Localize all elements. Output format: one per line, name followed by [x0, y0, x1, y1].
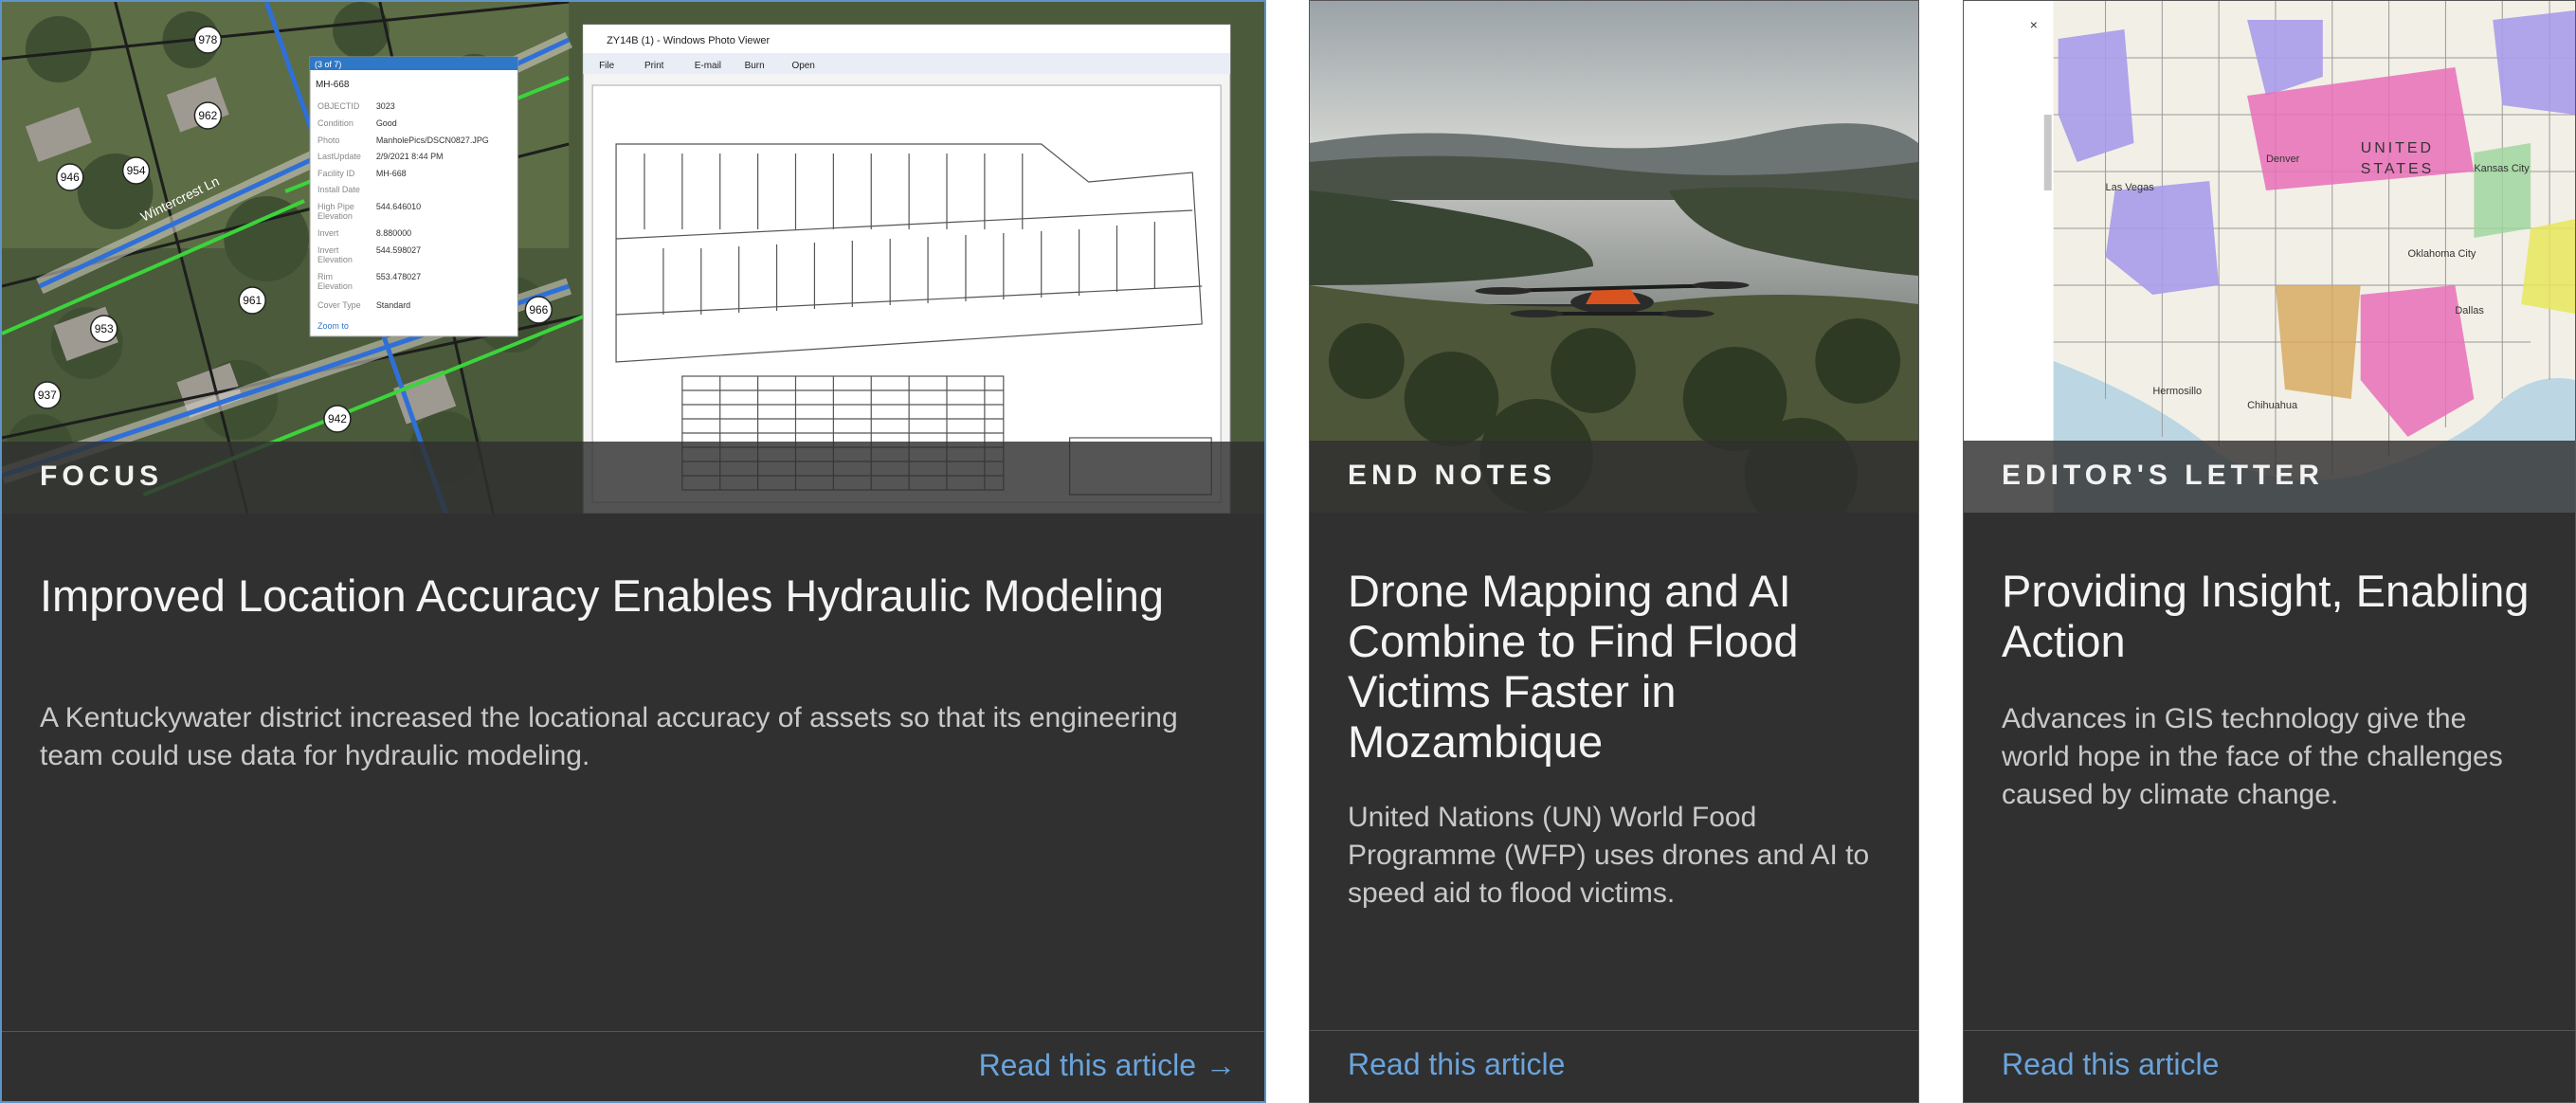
article-summary: United Nations (UN) World Food Programme…	[1348, 802, 1870, 909]
svg-text:ZY14B (1) - Windows Photo View: ZY14B (1) - Windows Photo Viewer	[607, 35, 770, 46]
svg-text:8.880000: 8.880000	[376, 228, 411, 238]
article-image-map: × UNITED STATES Oklahoma City Dallas Her…	[1964, 1, 2575, 513]
svg-text:Elevation: Elevation	[317, 211, 353, 221]
svg-text:961: 961	[243, 294, 262, 307]
article-title[interactable]: Improved Location Accuracy Enables Hydra…	[40, 570, 1207, 621]
svg-text:MH-668: MH-668	[316, 80, 350, 90]
svg-text:LastUpdate: LastUpdate	[317, 152, 361, 161]
svg-text:UNITED: UNITED	[2361, 140, 2434, 156]
svg-text:Elevation: Elevation	[317, 255, 353, 264]
svg-text:2/9/2021 8:44 PM: 2/9/2021 8:44 PM	[376, 152, 444, 161]
article-image-drone	[1310, 1, 1918, 513]
svg-text:946: 946	[61, 171, 80, 184]
svg-text:ManholePics/DSCN0827.JPG: ManholePics/DSCN0827.JPG	[376, 136, 489, 145]
card-divider	[2, 1031, 1264, 1032]
svg-text:544.646010: 544.646010	[376, 202, 421, 211]
category-label: FOCUS	[40, 461, 163, 492]
svg-text:Cover Type: Cover Type	[317, 300, 361, 310]
svg-text:Zoom to: Zoom to	[317, 321, 349, 331]
svg-text:Burn: Burn	[745, 61, 765, 71]
category-label: EDITOR'S LETTER	[2002, 460, 2324, 491]
svg-text:Condition: Condition	[317, 118, 354, 128]
svg-text:MH-668: MH-668	[376, 169, 407, 178]
svg-text:Photo: Photo	[317, 136, 339, 145]
card-divider	[1310, 1030, 1918, 1031]
svg-text:Hermosillo: Hermosillo	[2152, 386, 2202, 397]
svg-text:953: 953	[95, 322, 114, 335]
category-label: END NOTES	[1348, 460, 1557, 491]
svg-text:E-mail: E-mail	[695, 61, 721, 71]
category-bar: FOCUS	[2, 442, 1264, 514]
svg-text:Standard: Standard	[376, 300, 410, 310]
svg-text:3023: 3023	[376, 101, 395, 111]
article-title[interactable]: Drone Mapping and AI Combine to Find Flo…	[1348, 566, 1884, 767]
svg-text:(3 of 7): (3 of 7)	[315, 60, 341, 69]
read-article-link[interactable]: Read this article →	[979, 1048, 1236, 1083]
svg-text:Elevation: Elevation	[317, 281, 353, 291]
svg-text:942: 942	[328, 412, 347, 425]
svg-text:544.598027: 544.598027	[376, 245, 421, 255]
svg-text:Open: Open	[791, 61, 814, 71]
svg-text:Las Vegas: Las Vegas	[2106, 182, 2155, 193]
read-article-link[interactable]: Read this article	[2002, 1047, 2219, 1082]
arrow-right-icon: →	[1206, 1048, 1236, 1082]
article-summary: Advances in GIS technology give the worl…	[2002, 703, 2503, 810]
svg-text:966: 966	[529, 303, 548, 316]
article-image-hydraulic: 978 962 946 954 961 953 937 942 966 Wintercres…	[2, 2, 1264, 514]
svg-text:954: 954	[127, 164, 146, 177]
svg-text:Facility ID: Facility ID	[317, 169, 355, 178]
svg-text:Chihuahua: Chihuahua	[2247, 400, 2298, 411]
svg-text:STATES: STATES	[2361, 161, 2435, 177]
read-article-link[interactable]: Read this article	[1348, 1047, 1565, 1082]
article-title[interactable]: Providing Insight, Enabling Action	[2002, 566, 2541, 666]
svg-text:Invert: Invert	[317, 245, 339, 255]
svg-text:Dallas: Dallas	[2455, 305, 2484, 316]
svg-text:978: 978	[198, 33, 217, 46]
article-card-editors-letter[interactable]: × UNITED STATES Oklahoma City Dallas Her…	[1963, 0, 2576, 1103]
svg-text:High Pipe: High Pipe	[317, 202, 354, 211]
card-divider	[1964, 1030, 2575, 1031]
svg-text:Install Date: Install Date	[317, 185, 360, 194]
svg-text:Print: Print	[644, 61, 664, 71]
category-bar: EDITOR'S LETTER	[1964, 441, 2575, 513]
svg-text:937: 937	[38, 389, 57, 402]
svg-text:Rim: Rim	[317, 272, 333, 281]
svg-text:Invert: Invert	[317, 228, 339, 238]
article-card-end-notes[interactable]: END NOTES Drone Mapping and AI Combine t…	[1309, 0, 1919, 1103]
article-card-focus[interactable]: 978 962 946 954 961 953 937 942 966 Wintercres…	[0, 0, 1266, 1103]
svg-text:Kansas City: Kansas City	[2474, 163, 2530, 174]
svg-text:OBJECTID: OBJECTID	[317, 101, 360, 111]
svg-text:553.478027: 553.478027	[376, 272, 421, 281]
read-article-label: Read this article	[978, 1048, 1196, 1082]
svg-text:Oklahoma City: Oklahoma City	[2408, 248, 2476, 260]
article-summary: A Kentuckywater district increased the l…	[40, 702, 1178, 771]
category-bar: END NOTES	[1310, 441, 1918, 513]
svg-text:×: ×	[2030, 17, 2038, 32]
svg-text:Denver: Denver	[2266, 154, 2300, 165]
svg-text:Good: Good	[376, 118, 397, 128]
svg-text:962: 962	[198, 109, 217, 122]
svg-text:File: File	[599, 61, 614, 71]
